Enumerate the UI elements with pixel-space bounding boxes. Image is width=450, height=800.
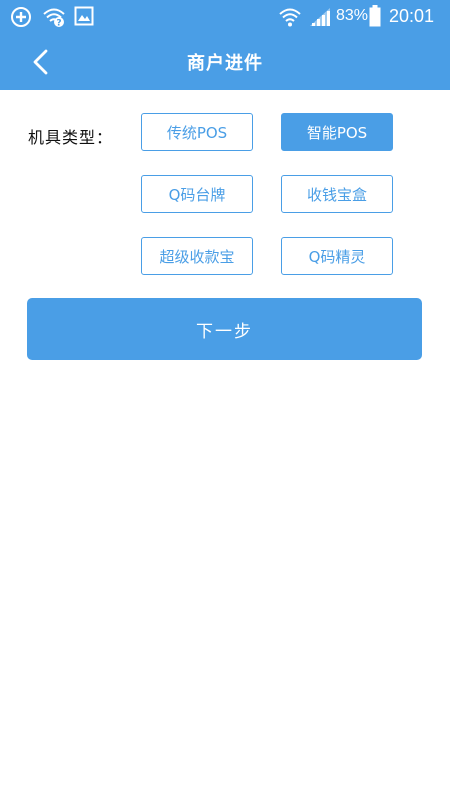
option-cash-box[interactable]: 收钱宝盒 [281,175,393,213]
clock-time: 20:01 [389,6,435,26]
next-step-button[interactable]: 下一步 [27,298,422,360]
signal-icon [308,6,332,32]
add-circle-icon [10,6,32,32]
page-title: 商户进件 [187,53,263,74]
option-super-payment[interactable]: 超级收款宝 [141,237,253,275]
nav-bar: 商户进件 [0,34,450,90]
option-traditional-pos[interactable]: 传统POS [141,113,253,151]
status-bar: ? 83% 20:01 [0,0,450,34]
battery-icon [369,5,381,31]
battery-percentage: 83% [336,7,369,24]
wifi-icon [278,6,302,32]
device-type-label: 机具类型： [28,128,114,147]
svg-text:?: ? [56,19,61,29]
gallery-icon [74,6,94,30]
option-q-code-sprite[interactable]: Q码精灵 [281,237,393,275]
option-smart-pos[interactable]: 智能POS [281,113,393,151]
wifi-question-icon: ? [42,6,66,32]
option-q-code-stand[interactable]: Q码台牌 [141,175,253,213]
